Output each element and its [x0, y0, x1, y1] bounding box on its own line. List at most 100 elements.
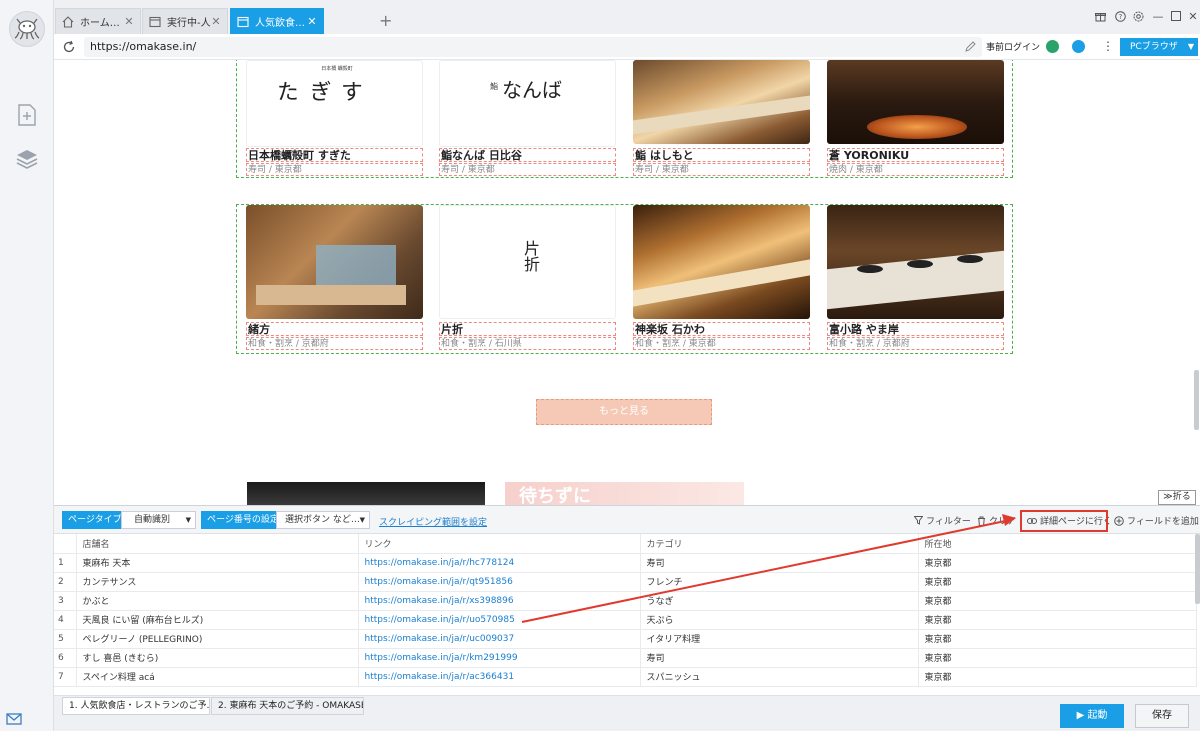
- show-more-button[interactable]: もっと見る: [536, 399, 712, 425]
- url-input[interactable]: https://omakase.in/: [84, 37, 982, 57]
- row-index: 2: [54, 572, 77, 592]
- table-row[interactable]: 1 東麻布 天本 https://omakase.in/ja/r/hc77812…: [54, 553, 1197, 573]
- tab-popular-restaurants[interactable]: 人気飲食… ✕: [230, 8, 324, 34]
- page-number-select[interactable]: 選択ボタン など… ▼: [276, 511, 370, 529]
- cell-link[interactable]: https://omakase.in/ja/r/uo570985: [358, 610, 641, 630]
- page-tab-2-label: 2. 東麻布 天本のご予約 - OMAKASE: [218, 701, 364, 711]
- table-row[interactable]: 5 ペレグリーノ (PELLEGRINO) https://omakase.in…: [54, 629, 1197, 649]
- page-type-label: ページタイプ: [62, 511, 128, 529]
- cell-location: 東京都: [918, 553, 1197, 573]
- octopus-logo-icon[interactable]: [9, 11, 45, 47]
- restaurant-photo: [827, 205, 1004, 319]
- header-cell[interactable]: カテゴリ: [640, 534, 919, 554]
- namba-logo-image: 鮨 なんば: [439, 60, 616, 147]
- header-cell[interactable]: リンク: [358, 534, 641, 554]
- cell-link[interactable]: https://omakase.in/ja/r/uc009037: [358, 629, 641, 649]
- panel-toolbar: ページタイプ 自動識別 ▼ ページ番号の設定 選択ボタン など… ▼ スクレイピ…: [54, 506, 1200, 534]
- cell-link[interactable]: https://omakase.in/ja/r/qt951856: [358, 572, 641, 592]
- page-scrollbar[interactable]: [1194, 370, 1199, 430]
- cell-name: ペレグリーノ (PELLEGRINO): [76, 629, 359, 649]
- logo-big-text: すぎた: [273, 80, 362, 102]
- save-button[interactable]: 保存: [1135, 704, 1189, 728]
- start-button[interactable]: ▶ 起動: [1060, 704, 1124, 728]
- page-tab-2[interactable]: 2. 東麻布 天本のご予約 - OMAKASE: [211, 697, 364, 715]
- table-row[interactable]: 4 天風良 にい留 (麻布台ヒルズ) https://omakase.in/ja…: [54, 610, 1197, 630]
- close-icon[interactable]: ✕: [307, 15, 317, 28]
- fold-chevron-icon: ≫: [1163, 492, 1173, 502]
- user-agent-icon[interactable]: [1072, 40, 1085, 53]
- mail-icon[interactable]: [6, 712, 22, 728]
- gift-icon[interactable]: [1094, 10, 1106, 22]
- cell-link[interactable]: https://omakase.in/ja/r/ac366431: [358, 667, 641, 687]
- cell-link[interactable]: https://omakase.in/ja/r/hc778124: [358, 553, 641, 573]
- clear-button[interactable]: クリア: [977, 514, 1016, 527]
- table-row[interactable]: 7 スペイン料理 acá https://omakase.in/ja/r/ac3…: [54, 667, 1197, 687]
- table-scrollbar[interactable]: [1195, 534, 1200, 604]
- cell-category: うなぎ: [640, 591, 919, 611]
- restaurant-name: 神楽坂 石かわ: [633, 322, 810, 336]
- restaurant-category: 寿司 / 東京都: [633, 163, 810, 176]
- cell-link[interactable]: https://omakase.in/ja/r/xs398896: [358, 591, 641, 611]
- page-type-select[interactable]: 自動識別 ▼: [121, 511, 196, 529]
- close-window-icon[interactable]: ✕: [1187, 10, 1199, 23]
- page-tab-1[interactable]: 1. 人気飲食店・レストランのご予…: [62, 697, 210, 715]
- add-field-label: フィールドを追加: [1127, 517, 1199, 527]
- row-index: 4: [54, 610, 77, 630]
- reload-icon[interactable]: [62, 40, 76, 54]
- cell-location: 東京都: [918, 629, 1197, 649]
- fold-button[interactable]: ≫折る: [1158, 490, 1196, 505]
- cell-location: 東京都: [918, 610, 1197, 630]
- header-cell[interactable]: 所在地: [918, 534, 1197, 554]
- data-panel: ページタイプ 自動識別 ▼ ページ番号の設定 選択ボタン など… ▼ スクレイピ…: [54, 505, 1200, 695]
- left-rail: [0, 0, 54, 731]
- restaurant-category: 寿司 / 東京都: [439, 163, 616, 176]
- tab-running[interactable]: 実行中-人… ✕: [142, 8, 228, 34]
- restaurant-category: 和食・割烹 / 京都府: [246, 337, 423, 350]
- detail-highlight-box: [1020, 510, 1108, 532]
- pc-browser-button[interactable]: PCブラウザ ▼: [1120, 38, 1198, 56]
- new-task-icon[interactable]: [15, 103, 39, 127]
- table-row[interactable]: 6 すし 喜邑 (きむら) https://omakase.in/ja/r/km…: [54, 648, 1197, 668]
- tab-label: ホーム…: [80, 18, 120, 29]
- table-row[interactable]: 2 カンテサンス https://omakase.in/ja/r/qt95185…: [54, 572, 1197, 592]
- banner-image-right[interactable]: 待ちずに: [505, 482, 744, 505]
- kataori-logo-image: 片折: [439, 205, 616, 319]
- start-label: 起動: [1087, 710, 1108, 721]
- help-icon[interactable]: ?: [1114, 10, 1126, 22]
- header-cell[interactable]: 店舗名: [76, 534, 359, 554]
- tab-label: 実行中-人…: [167, 18, 211, 29]
- tab-home[interactable]: ホーム… ✕: [55, 8, 141, 34]
- row-index: 1: [54, 553, 77, 573]
- restaurant-photo: [633, 60, 810, 144]
- page-number-value: 選択ボタン など…: [285, 515, 360, 525]
- close-icon[interactable]: ✕: [211, 15, 221, 28]
- restaurant-name: 鮨なんば 日比谷: [439, 148, 616, 162]
- maximize-icon[interactable]: [1170, 10, 1182, 22]
- trash-icon: [978, 516, 985, 526]
- table-header-row: 店舗名 リンク カテゴリ 所在地: [54, 534, 1197, 554]
- filter-button[interactable]: フィルター: [914, 514, 971, 527]
- cell-category: スパニッシュ: [640, 667, 919, 687]
- table-row[interactable]: 3 かぶと https://omakase.in/ja/r/xs398896 う…: [54, 591, 1197, 611]
- layers-icon[interactable]: [15, 147, 39, 171]
- settings-icon[interactable]: [1132, 10, 1144, 22]
- add-field-button[interactable]: フィールドを追加: [1114, 514, 1199, 527]
- logo-big-text: 片折: [521, 240, 540, 272]
- minimize-icon[interactable]: —: [1152, 10, 1164, 23]
- edit-icon[interactable]: [964, 41, 976, 53]
- plus-circle-icon: [1114, 515, 1124, 526]
- header-index: [54, 534, 77, 554]
- logo-big-text: なんば: [502, 78, 562, 102]
- restaurant-name: 片折: [439, 322, 616, 336]
- banner-image-left[interactable]: [247, 482, 485, 505]
- chevron-down-icon: ▼: [1187, 42, 1194, 51]
- green-status-icon[interactable]: [1046, 40, 1059, 53]
- more-menu-icon[interactable]: ⋮: [1102, 39, 1114, 53]
- scrape-range-link[interactable]: スクレイピング範囲を設定: [379, 515, 487, 528]
- close-icon[interactable]: ✕: [124, 15, 134, 28]
- restaurant-photo: [633, 205, 810, 319]
- add-tab-icon[interactable]: +: [379, 11, 392, 30]
- pre-login-button[interactable]: 事前ログイン: [986, 40, 1040, 53]
- cell-link[interactable]: https://omakase.in/ja/r/km291999: [358, 648, 641, 668]
- cell-name: 東麻布 天本: [76, 553, 359, 573]
